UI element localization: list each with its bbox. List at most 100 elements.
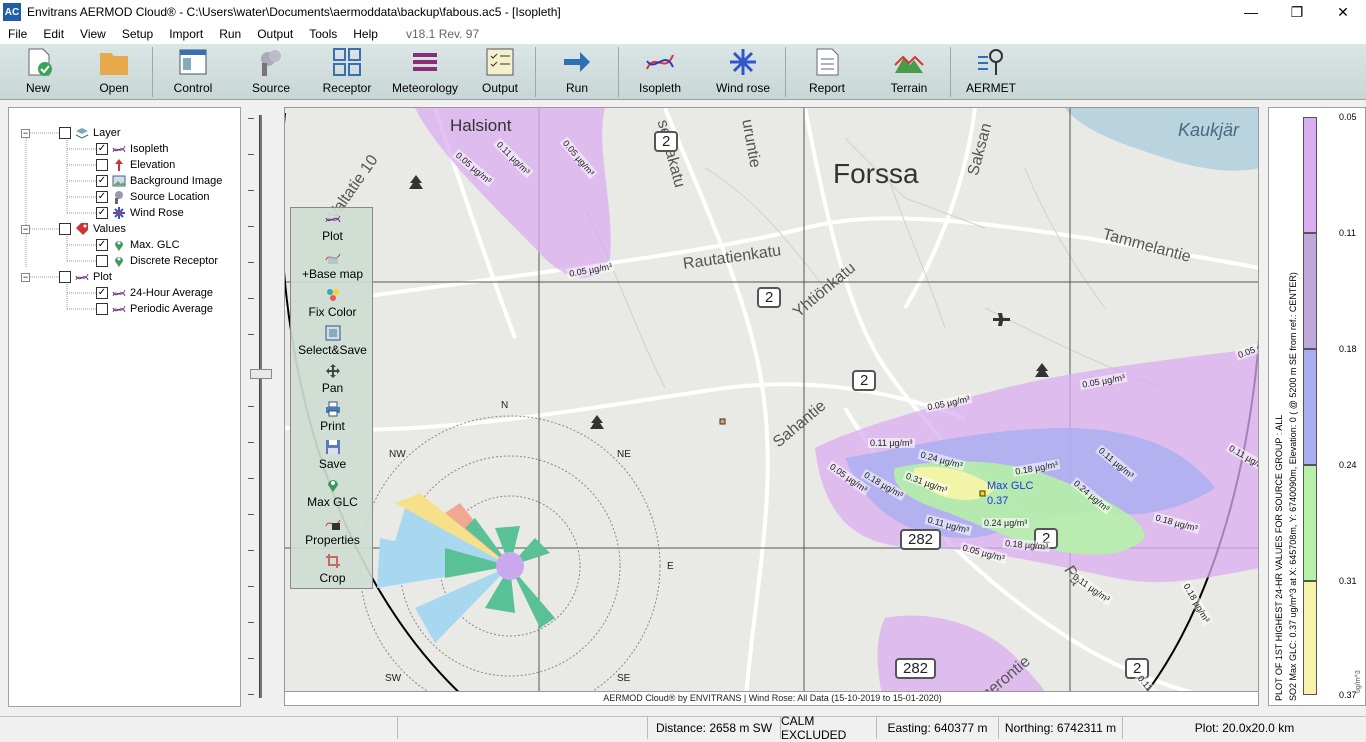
collapse-toggle[interactable]: − xyxy=(21,272,30,282)
pan-tool-button[interactable]: Pan xyxy=(291,363,374,395)
properties-tool-button[interactable]: Properties xyxy=(291,515,374,547)
plot-checkbox[interactable] xyxy=(59,271,71,283)
legend-title: PLOT OF 1ST HIGHEST 24-HR VALUES FOR SOU… xyxy=(1274,414,1284,701)
properties-icon xyxy=(325,515,341,531)
control-button[interactable]: Control xyxy=(153,44,233,100)
save-tool-button[interactable]: Save xyxy=(291,439,374,471)
menu-help[interactable]: Help xyxy=(345,27,386,41)
tree-label-periodic-average: Periodic Average xyxy=(130,303,213,315)
crop-tool-button[interactable]: Crop xyxy=(291,553,374,585)
road-badge: 282 xyxy=(895,658,937,679)
collapse-toggle[interactable]: − xyxy=(21,128,30,138)
base-map-icon xyxy=(325,249,341,265)
plot-icon xyxy=(75,270,89,284)
isopleth-checkbox[interactable]: ✓ xyxy=(96,143,108,155)
restore-button[interactable]: ❐ xyxy=(1274,0,1320,24)
map-background xyxy=(285,108,1258,705)
avg-24h-checkbox[interactable]: ✓ xyxy=(96,287,108,299)
tree-item-layer[interactable]: − Layer xyxy=(21,125,121,141)
print-tool-label: Print xyxy=(320,419,345,433)
tree-item-plot[interactable]: − Plot xyxy=(21,269,112,285)
background-image-checkbox[interactable]: ✓ xyxy=(96,175,108,187)
menu-file[interactable]: File xyxy=(0,27,35,41)
fix-color-tool-button[interactable]: Fix Color xyxy=(291,287,374,319)
print-tool-button[interactable]: Print xyxy=(291,401,374,433)
select-save-tool-button[interactable]: Select&Save xyxy=(291,325,374,357)
slider-tick xyxy=(248,334,254,335)
run-button[interactable]: Run xyxy=(536,44,618,100)
plot-tool-button[interactable]: Plot xyxy=(291,211,374,243)
menu-view[interactable]: View xyxy=(72,27,114,41)
tree-item-background-image[interactable]: ✓ Background Image xyxy=(96,173,222,189)
main-toolbar: New Open Control Source Receptor Meteoro… xyxy=(0,44,1366,100)
tree-item-discrete-receptor[interactable]: Discrete Receptor xyxy=(96,253,218,269)
legend-tick: 0.05 xyxy=(1339,112,1357,122)
meteorology-button[interactable]: Meteorology xyxy=(385,44,465,100)
terrain-button[interactable]: Terrain xyxy=(868,44,950,100)
tree-item-wind-rose[interactable]: ✓ Wind Rose xyxy=(96,205,184,221)
values-checkbox[interactable] xyxy=(59,223,71,235)
legend-swatch xyxy=(1303,233,1317,349)
tree-label-source-location: Source Location xyxy=(130,191,210,203)
menu-edit[interactable]: Edit xyxy=(35,27,72,41)
rose-dir-se: SE xyxy=(617,673,631,684)
base-map-tool-button[interactable]: +Base map xyxy=(291,249,374,281)
tree-label-isopleth: Isopleth xyxy=(130,143,169,155)
tree-item-source-location[interactable]: ✓ Source Location xyxy=(96,189,210,205)
collapse-toggle[interactable]: − xyxy=(21,224,30,234)
zoom-slider-thumb[interactable] xyxy=(250,369,272,379)
pan-move-icon xyxy=(325,363,341,379)
color-palette-icon xyxy=(325,287,341,303)
wind-rose-button[interactable]: Wind rose xyxy=(701,44,785,100)
zoom-slider-track[interactable] xyxy=(259,115,262,698)
menu-tools[interactable]: Tools xyxy=(301,27,345,41)
source-button[interactable]: Source xyxy=(233,44,309,100)
layer-tree-panel: − Layer ✓ Isopleth Elevation ✓ Backgroun… xyxy=(8,107,241,707)
tree-item-values[interactable]: − Values xyxy=(21,221,126,237)
isopleth-label: 0.11 µg/m³ xyxy=(868,438,915,448)
discrete-receptor-checkbox[interactable] xyxy=(96,255,108,267)
menu-output[interactable]: Output xyxy=(249,27,301,41)
road-badge: 2 xyxy=(757,287,782,308)
tree-item-periodic-average[interactable]: Periodic Average xyxy=(96,301,213,317)
periodic-average-checkbox[interactable] xyxy=(96,303,108,315)
layer-checkbox[interactable] xyxy=(59,127,71,139)
select-save-icon xyxy=(325,325,341,341)
elevation-checkbox[interactable] xyxy=(96,159,108,171)
source-location-checkbox[interactable]: ✓ xyxy=(96,191,108,203)
crop-icon xyxy=(325,553,341,569)
pan-tool-label: Pan xyxy=(321,381,344,395)
tree-label-layer: Layer xyxy=(93,127,121,139)
tree-item-elevation[interactable]: Elevation xyxy=(96,157,175,173)
isopleth-label: Isopleth xyxy=(638,81,682,95)
menu-setup[interactable]: Setup xyxy=(114,27,161,41)
close-button[interactable]: ✕ xyxy=(1320,0,1366,24)
legend-tick: 0.11 xyxy=(1339,228,1356,238)
legend-swatch xyxy=(1303,581,1317,695)
floppy-disk-icon xyxy=(325,439,341,455)
tree-item-max-glc[interactable]: ✓ Max. GLC xyxy=(96,237,180,253)
slider-tick xyxy=(248,550,254,551)
minimize-button[interactable]: — xyxy=(1228,0,1274,24)
max-glc-tool-button[interactable]: Max GLC xyxy=(291,477,374,509)
printer-icon xyxy=(325,401,341,417)
isopleth-button[interactable]: Isopleth xyxy=(619,44,701,100)
menu-import[interactable]: Import xyxy=(161,27,211,41)
map-canvas[interactable]: Forssa Halsiont Kaukjär Valtatie 10 sema… xyxy=(284,107,1259,706)
aermet-button[interactable]: AERMET xyxy=(951,44,1031,100)
legend-tick: 0.18 xyxy=(1339,344,1357,354)
menu-run[interactable]: Run xyxy=(211,27,249,41)
output-button[interactable]: Output xyxy=(465,44,535,100)
new-button[interactable]: New xyxy=(0,44,76,100)
receptor-button[interactable]: Receptor xyxy=(309,44,385,100)
max-glc-checkbox[interactable]: ✓ xyxy=(96,239,108,251)
open-button[interactable]: Open xyxy=(76,44,152,100)
source-label: Source xyxy=(251,81,291,95)
status-plot: Plot: 20.0x20.0 km xyxy=(1122,717,1366,739)
save-tool-label: Save xyxy=(318,457,347,471)
tree-item-isopleth[interactable]: ✓ Isopleth xyxy=(96,141,169,157)
report-button[interactable]: Report xyxy=(786,44,868,100)
wind-rose-checkbox[interactable]: ✓ xyxy=(96,207,108,219)
tree-item-24-hour-average[interactable]: ✓ 24-Hour Average xyxy=(96,285,213,301)
select-save-tool-label: Select&Save xyxy=(298,343,367,357)
